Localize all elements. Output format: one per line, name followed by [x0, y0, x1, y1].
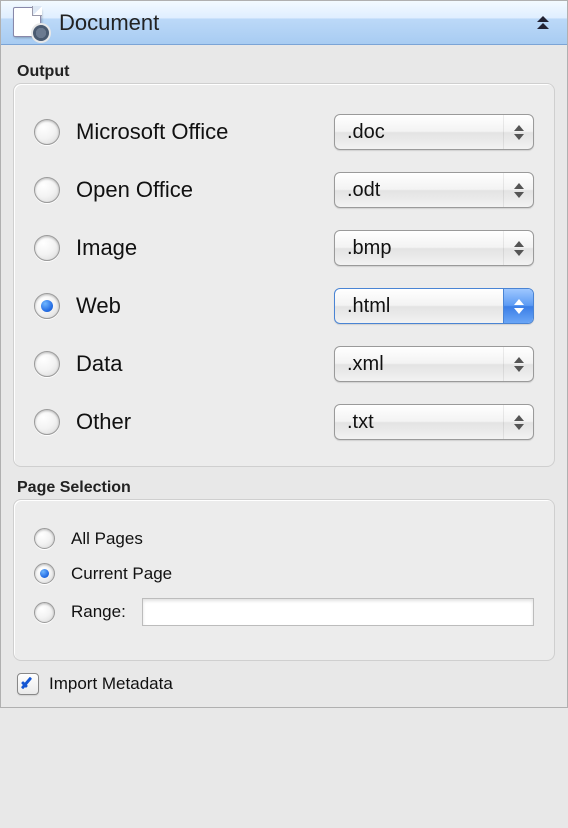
- radio-data[interactable]: [34, 351, 60, 377]
- stepper-icon: [503, 231, 533, 265]
- label-web: Web: [76, 293, 318, 319]
- output-row-web: Web .html: [34, 288, 534, 324]
- page-row-range: Range:: [34, 598, 534, 626]
- label-range: Range:: [71, 602, 126, 622]
- output-legend: Output: [17, 63, 551, 81]
- stepper-icon: [503, 347, 533, 381]
- output-row-open-office: Open Office .odt: [34, 172, 534, 208]
- radio-web[interactable]: [34, 293, 60, 319]
- page-selection-group: All Pages Current Page Range:: [13, 499, 555, 661]
- panel-title: Document: [59, 10, 531, 36]
- format-value-web: .html: [335, 295, 503, 318]
- radio-all-pages[interactable]: [34, 528, 55, 549]
- stepper-icon: [503, 405, 533, 439]
- label-all-pages: All Pages: [71, 529, 534, 549]
- radio-other[interactable]: [34, 409, 60, 435]
- panel-header: Document: [1, 1, 567, 45]
- output-row-data: Data .xml: [34, 346, 534, 382]
- format-popup-open-office[interactable]: .odt: [334, 172, 534, 208]
- label-current-page: Current Page: [71, 564, 534, 584]
- format-value-image: .bmp: [335, 237, 503, 260]
- import-metadata-label: Import Metadata: [49, 674, 173, 694]
- format-value-other: .txt: [335, 411, 503, 434]
- radio-open-office[interactable]: [34, 177, 60, 203]
- collapse-double-chevron-icon[interactable]: [531, 11, 555, 35]
- import-metadata-checkbox[interactable]: [17, 673, 39, 695]
- stepper-icon: [503, 289, 533, 323]
- format-popup-image[interactable]: .bmp: [334, 230, 534, 266]
- radio-range[interactable]: [34, 602, 55, 623]
- format-value-microsoft-office: .doc: [335, 121, 503, 144]
- radio-current-page[interactable]: [34, 563, 55, 584]
- import-metadata-row: Import Metadata: [17, 673, 551, 695]
- radio-image[interactable]: [34, 235, 60, 261]
- format-value-data: .xml: [335, 353, 503, 376]
- format-popup-other[interactable]: .txt: [334, 404, 534, 440]
- label-microsoft-office: Microsoft Office: [76, 119, 318, 145]
- output-row-other: Other .txt: [34, 404, 534, 440]
- stepper-icon: [503, 173, 533, 207]
- format-value-open-office: .odt: [335, 179, 503, 202]
- format-popup-data[interactable]: .xml: [334, 346, 534, 382]
- panel-body: Output Microsoft Office .doc Open Office…: [1, 45, 567, 707]
- format-popup-microsoft-office[interactable]: .doc: [334, 114, 534, 150]
- label-data: Data: [76, 351, 318, 377]
- page-selection-legend: Page Selection: [17, 479, 551, 497]
- label-open-office: Open Office: [76, 177, 318, 203]
- label-other: Other: [76, 409, 318, 435]
- document-icon: [13, 7, 47, 39]
- page-row-current: Current Page: [34, 563, 534, 584]
- range-input[interactable]: [142, 598, 534, 626]
- label-image: Image: [76, 235, 318, 261]
- output-row-microsoft-office: Microsoft Office .doc: [34, 114, 534, 150]
- output-group: Microsoft Office .doc Open Office .odt I…: [13, 83, 555, 467]
- stepper-icon: [503, 115, 533, 149]
- document-panel: Document Output Microsoft Office .doc Op…: [0, 0, 568, 708]
- output-row-image: Image .bmp: [34, 230, 534, 266]
- radio-microsoft-office[interactable]: [34, 119, 60, 145]
- page-row-all: All Pages: [34, 528, 534, 549]
- format-popup-web[interactable]: .html: [334, 288, 534, 324]
